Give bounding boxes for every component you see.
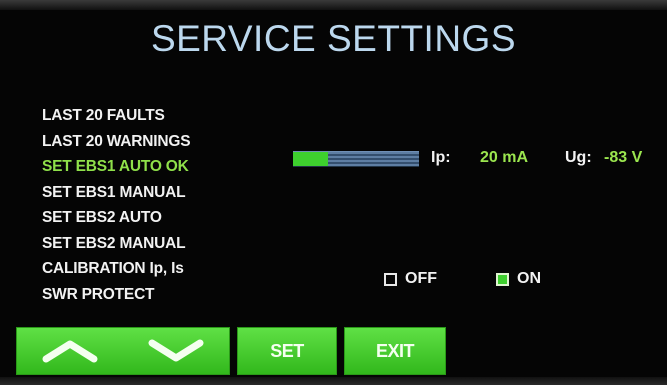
swr-off-label: OFF <box>405 270 437 287</box>
scroll-down-button[interactable] <box>123 328 229 374</box>
exit-button[interactable]: EXIT <box>344 327 446 375</box>
ip-level-bar <box>293 151 419 167</box>
exit-button-label: EXIT <box>375 340 415 361</box>
menu-item-set-ebs1-auto[interactable]: SET EBS1 AUTO OK <box>42 154 190 180</box>
ip-bar-fill <box>293 152 329 166</box>
bezel-bottom <box>0 377 667 385</box>
swr-off-option[interactable]: OFF <box>384 270 437 288</box>
service-settings-screen: SERVICE SETTINGS LAST 20 FAULTS LAST 20 … <box>0 0 667 385</box>
menu-item-set-ebs2-auto[interactable]: SET EBS2 AUTO <box>42 205 190 231</box>
scroll-up-button[interactable] <box>17 328 123 374</box>
swr-on-option[interactable]: ON <box>496 270 541 288</box>
ip-value: 20 mA <box>480 149 529 166</box>
bezel-top <box>0 0 667 10</box>
menu-item-swr-protect[interactable]: SWR PROTECT <box>42 282 190 308</box>
swr-off-checkbox[interactable] <box>384 272 397 286</box>
navigation-button-group <box>16 327 230 375</box>
chevron-down-icon <box>148 339 204 362</box>
swr-on-checkbox[interactable] <box>496 272 509 286</box>
ug-label: Ug: <box>565 149 592 166</box>
chevron-up-icon <box>42 340 98 363</box>
menu-item-set-ebs1-manual[interactable]: SET EBS1 MANUAL <box>42 180 190 206</box>
ug-value: -83 V <box>604 149 643 166</box>
page-title: SERVICE SETTINGS <box>150 18 517 59</box>
menu-item-last-20-warnings[interactable]: LAST 20 WARNINGS <box>42 129 191 155</box>
ip-label: Ip: <box>431 149 451 166</box>
set-button-label: SET <box>270 340 304 361</box>
service-menu: LAST 20 FAULTS LAST 20 WARNINGS SET EBS1… <box>42 103 191 308</box>
menu-item-set-ebs2-manual[interactable]: SET EBS2 MANUAL <box>42 231 190 257</box>
swr-on-label: ON <box>517 270 541 287</box>
menu-item-last-20-faults[interactable]: LAST 20 FAULTS <box>42 103 190 129</box>
menu-item-calibration[interactable]: CALIBRATION Ip, Is <box>42 256 190 282</box>
set-button[interactable]: SET <box>237 327 337 375</box>
